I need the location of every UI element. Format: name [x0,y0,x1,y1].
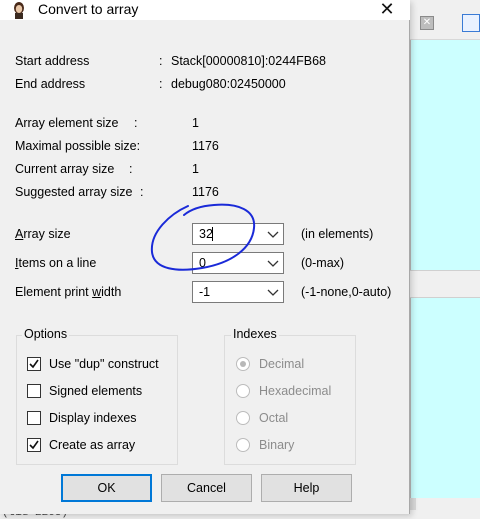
start-address-colon: : [159,54,163,68]
current-size-value: 1 [192,162,199,176]
start-address-value: Stack[00000810]:0244FB68 [171,54,326,68]
display-indexes-checkbox[interactable] [27,411,41,425]
print-width-mnemonic: w [92,285,102,299]
suggested-size-colon: : [140,185,144,199]
array-size-value: 32 [199,227,213,241]
checkmark-icon [29,359,39,369]
array-size-hint: (in elements) [301,227,374,241]
dialog-title: Convert to array [38,1,139,17]
end-address-colon: : [159,77,163,91]
items-on-line-value: 0 [199,256,206,270]
chevron-down-icon[interactable] [263,282,283,302]
element-size-value: 1 [192,116,199,130]
binary-radio[interactable] [236,438,250,452]
close-icon[interactable]: ✕ [370,0,404,20]
radio-selected-dot [240,361,246,367]
chevron-down-icon[interactable] [263,224,283,244]
items-on-line-label: Items on a line [15,256,96,270]
cancel-button[interactable]: Cancel [161,474,252,502]
help-button[interactable]: Help [261,474,352,502]
checkmark-icon [29,440,39,450]
background-toolbar: ✕ [410,0,480,40]
array-size-label: Array size [15,227,71,241]
indexes-group-title: Indexes [231,327,279,341]
ok-button[interactable]: OK [61,474,152,502]
element-size-colon: : [134,116,138,130]
print-width-label-pre: Element print [15,285,93,299]
current-size-label: Current array size [15,162,115,176]
decimal-label[interactable]: Decimal [259,357,304,371]
octal-radio[interactable] [236,411,250,425]
end-address-value: debug080:02450000 [171,77,286,91]
background-pane-top [410,40,480,270]
items-on-line-hint: (0-max) [301,256,345,270]
binary-label[interactable]: Binary [259,438,294,452]
create-as-array-label[interactable]: Create as array [49,438,135,452]
print-width-label: Element print width [15,285,121,299]
current-size-colon: : [129,162,133,176]
start-address-label: Start address [15,54,90,68]
background-pane-header [410,270,480,298]
element-size-label: Array element size [15,116,119,130]
use-dup-label[interactable]: Use "dup" construct [49,357,159,371]
max-size-value: 1176 [192,139,219,153]
octal-label[interactable]: Octal [259,411,288,425]
print-width-label-post: idth [101,285,122,299]
hexadecimal-label[interactable]: Hexadecimal [259,384,331,398]
display-indexes-label[interactable]: Display indexes [49,411,137,425]
print-width-combobox[interactable]: -1 [192,281,284,303]
ida-app-icon [14,2,24,19]
convert-to-array-dialog: Convert to array ✕ Start address : Stack… [0,0,410,514]
toolbar-button[interactable] [462,14,480,32]
array-size-label-text: rray size [23,227,71,241]
dialog-titlebar: Convert to array ✕ [0,0,410,20]
text-caret [212,227,213,241]
options-group-title: Options [22,327,70,341]
hexadecimal-radio[interactable] [236,384,250,398]
print-width-hint: (-1-none,0-auto) [301,285,392,299]
signed-elements-label[interactable]: Signed elements [49,384,142,398]
end-address-label: End address [15,77,86,91]
suggested-size-value: 1176 [192,185,219,199]
chevron-down-icon[interactable] [263,253,283,273]
create-as-array-checkbox[interactable] [27,438,41,452]
items-on-line-label-text: tems on a line [18,256,97,270]
close-tab-icon[interactable]: ✕ [420,16,434,30]
decimal-radio[interactable] [236,357,250,371]
background-pane-bottom [410,298,480,498]
max-size-label: Maximal possible size: [15,139,141,153]
array-size-combobox[interactable]: 32 [192,223,284,245]
suggested-size-label: Suggested array size [15,185,133,199]
background-app-window: ✕ [410,0,480,518]
items-on-line-combobox[interactable]: 0 [192,252,284,274]
print-width-value: -1 [199,285,211,299]
use-dup-checkbox[interactable] [27,357,41,371]
signed-elements-checkbox[interactable] [27,384,41,398]
